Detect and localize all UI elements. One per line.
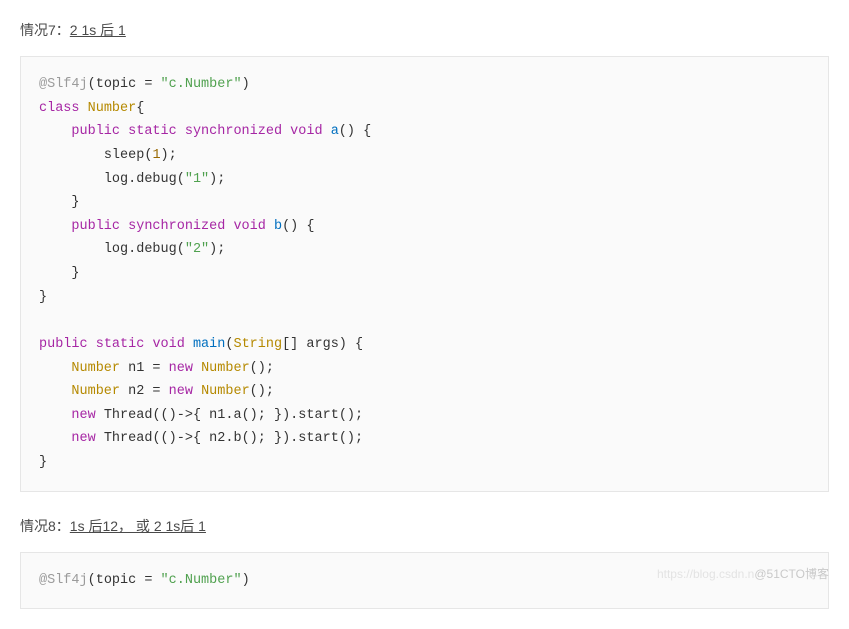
string-literal: "c.Number" [161,573,242,588]
identifier: log [104,172,128,187]
identifier: log [104,242,128,257]
call: a [233,408,241,423]
type: String [233,337,282,352]
call: debug [136,172,177,187]
case-8-prefix: 情况8： [20,518,70,534]
keyword: static [128,124,177,139]
keyword: void [152,337,184,352]
keyword: public [71,124,120,139]
method-name: b [274,219,282,234]
param-name: topic [96,573,137,588]
annotation: @Slf4j [39,573,88,588]
case-7-result: 2 1s 后 1 [70,22,126,38]
class-name: Number [88,101,137,116]
var: n2 [128,384,144,399]
param: args [306,337,338,352]
keyword: new [169,384,193,399]
call: b [233,431,241,446]
case-7-prefix: 情况7： [20,22,70,38]
case-8-result: 1s 后12， 或 2 1s后 1 [70,518,206,534]
param-name: topic [96,77,137,92]
keyword: synchronized [185,124,282,139]
code-block-8: @Slf4j(topic = "c.Number") [20,552,829,610]
call: sleep [104,148,145,163]
case-8-heading: 情况8：1s 后12， 或 2 1s后 1 [20,516,829,536]
method-name: a [331,124,339,139]
keyword: void [290,124,322,139]
number-literal: 1 [152,148,160,163]
var: n2 [209,431,225,446]
keyword: class [39,101,80,116]
string-literal: "c.Number" [161,77,242,92]
type: Number [201,361,250,376]
call: start [298,408,339,423]
keyword: new [71,431,95,446]
string-literal: "1" [185,172,209,187]
annotation: @Slf4j [39,77,88,92]
method-name: main [193,337,225,352]
code-block-7: @Slf4j(topic = "c.Number") class Number{… [20,56,829,492]
keyword: synchronized [128,219,225,234]
keyword: public [39,337,88,352]
type: Thread [104,408,153,423]
keyword: void [233,219,265,234]
type: Number [71,361,120,376]
type: Thread [104,431,153,446]
type: Number [201,384,250,399]
type: Number [71,384,120,399]
keyword: new [169,361,193,376]
case-7-heading: 情况7：2 1s 后 1 [20,20,829,40]
var: n1 [209,408,225,423]
keyword: public [71,219,120,234]
call: debug [136,242,177,257]
string-literal: "2" [185,242,209,257]
var: n1 [128,361,144,376]
keyword: static [96,337,145,352]
keyword: new [71,408,95,423]
call: start [298,431,339,446]
